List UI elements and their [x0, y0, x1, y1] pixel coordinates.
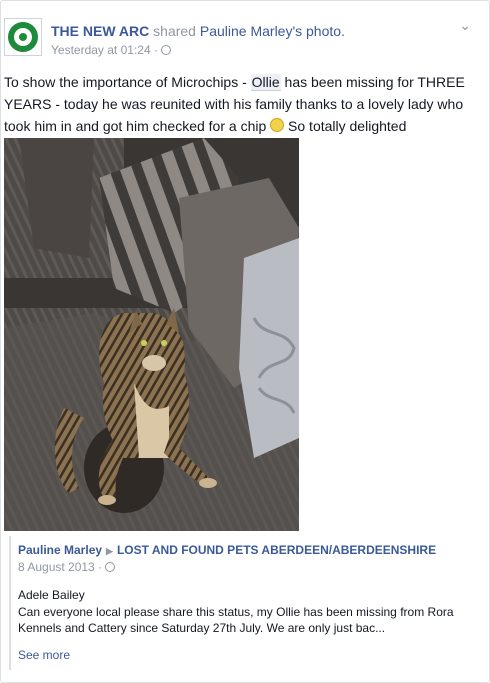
- post-timestamp[interactable]: Yesterday at 01:24 ·: [51, 43, 158, 57]
- post-text-part3: So totally delighted: [284, 118, 407, 134]
- shared-post-header: Pauline Marley ▶ LOST AND FOUND PETS ABERD…: [18, 543, 436, 557]
- cat-on-sofa-image: [4, 138, 299, 531]
- shared-post-date[interactable]: 8 August 2013 ·: [18, 560, 102, 574]
- see-more-link[interactable]: See more: [18, 648, 70, 662]
- page-name-link[interactable]: THE NEW ARC: [51, 23, 149, 39]
- post-header: THE NEW ARC shared Pauline Marley's phot…: [51, 23, 345, 39]
- shared-post-preview[interactable]: Pauline Marley ▶ LOST AND FOUND PETS ABERD…: [9, 536, 483, 670]
- shared-post-meta: 8 August 2013 ·: [18, 560, 116, 574]
- right-arrow-icon: ▶: [106, 546, 113, 556]
- smiley-icon: [270, 118, 285, 132]
- the-new-arc-logo-icon: [8, 22, 38, 52]
- page-avatar[interactable]: [4, 18, 42, 56]
- inner-author: Adele Bailey: [18, 588, 85, 602]
- post-card: THE NEW ARC shared Pauline Marley's phot…: [0, 0, 490, 683]
- tagged-ollie-link[interactable]: Ollie: [250, 74, 281, 91]
- post-text-part1: To show the importance of Microchips -: [4, 74, 251, 90]
- chevron-down-icon[interactable]: ⌄: [459, 17, 471, 34]
- shared-label: shared: [153, 23, 196, 39]
- shared-author-link[interactable]: Pauline Marley: [18, 543, 102, 557]
- post-message: To show the importance of Microchips - O…: [4, 71, 482, 137]
- globe-icon[interactable]: [160, 45, 171, 55]
- post-photo[interactable]: [4, 138, 299, 531]
- group-link[interactable]: LOST AND FOUND PETS ABERDEEN/ABERDEENSHI…: [117, 543, 436, 557]
- shared-post-text: Can everyone local please share this sta…: [18, 605, 454, 635]
- shared-photo-link[interactable]: Pauline Marley's photo.: [200, 23, 345, 39]
- post-meta: Yesterday at 01:24 ·: [51, 43, 171, 57]
- globe-icon: [105, 562, 116, 572]
